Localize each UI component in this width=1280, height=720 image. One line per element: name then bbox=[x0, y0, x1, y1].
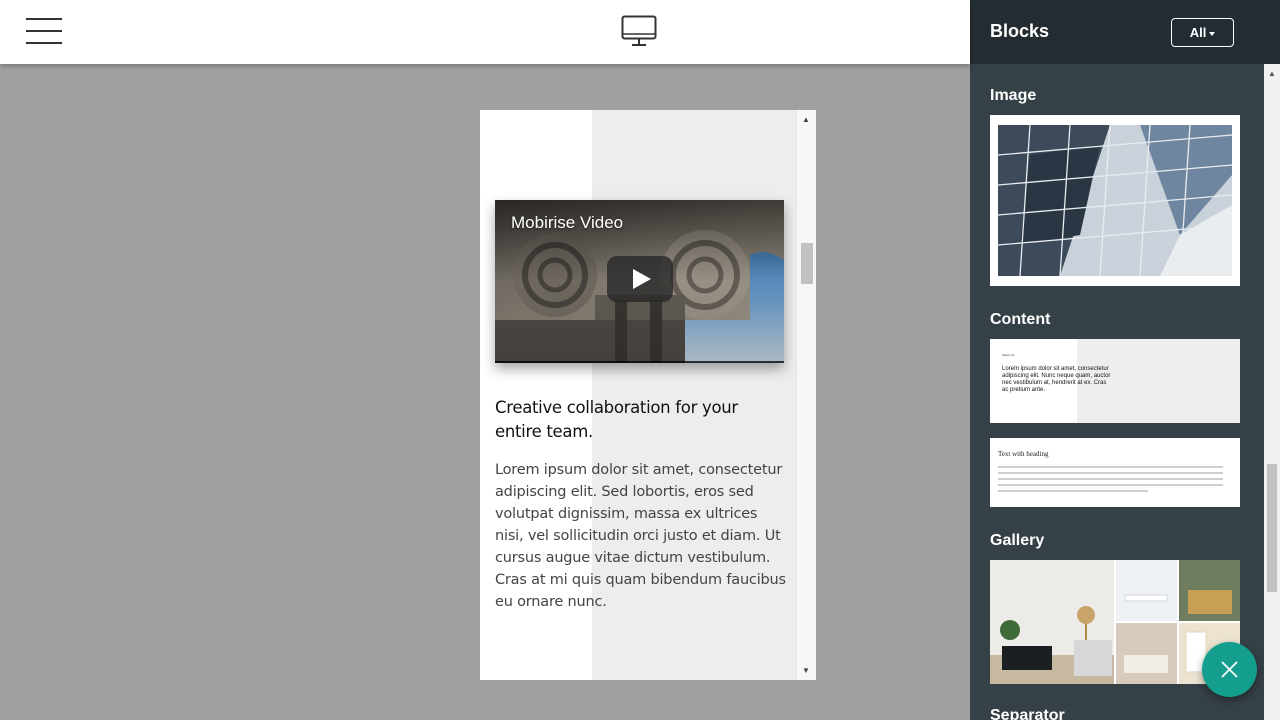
blocks-sidebar: Blocks All Image Content About Us Lorem … bbox=[970, 0, 1280, 720]
content-block-thumbnail-2[interactable]: Text with heading bbox=[990, 438, 1240, 507]
top-toolbar bbox=[0, 0, 970, 64]
section-label-content: Content bbox=[990, 311, 1051, 328]
scroll-up-icon[interactable]: ▲ bbox=[802, 115, 810, 124]
content-heading: Creative collaboration for your entire t… bbox=[495, 398, 738, 441]
content-thumb-heading: Text with heading bbox=[998, 450, 1049, 458]
sidebar-scroll-up-icon[interactable]: ▲ bbox=[1268, 69, 1276, 78]
close-icon[interactable] bbox=[1202, 642, 1257, 697]
preview-scrollbar[interactable] bbox=[796, 110, 816, 680]
desktop-monitor-icon[interactable] bbox=[621, 15, 657, 47]
play-icon[interactable] bbox=[607, 256, 673, 302]
sidebar-scrollbar[interactable]: ▲ bbox=[1264, 64, 1280, 720]
content-thumb-text: Lorem ipsum dolor sit amet, consectetur … bbox=[1002, 366, 1111, 393]
caret-down-icon bbox=[1209, 31, 1216, 36]
filter-label: All bbox=[1189, 25, 1207, 40]
content-paragraph: Lorem ipsum dolor sit amet, consectetur … bbox=[495, 462, 786, 610]
editor-canvas: Mobirise Video Creative collaboration fo… bbox=[0, 64, 970, 720]
content-block-thumbnail-1[interactable]: About Us Lorem ipsum dolor sit amet, con… bbox=[990, 339, 1240, 423]
content-thumb-text-lines bbox=[998, 466, 1230, 496]
preview-scrollbar-thumb[interactable] bbox=[801, 243, 813, 284]
scroll-down-icon[interactable]: ▼ bbox=[802, 666, 810, 675]
section-label-gallery: Gallery bbox=[990, 532, 1045, 549]
section-label-separator: Separator bbox=[990, 707, 1065, 720]
section-label-image: Image bbox=[990, 87, 1037, 104]
sidebar-header: Blocks All bbox=[970, 0, 1280, 64]
sidebar-title: Blocks bbox=[990, 21, 1050, 41]
hamburger-menu-icon[interactable] bbox=[26, 18, 62, 44]
blocks-filter-dropdown[interactable]: All bbox=[1171, 18, 1234, 47]
content-thumb-small-label: About Us bbox=[1002, 353, 1015, 357]
video-block[interactable]: Mobirise Video bbox=[495, 200, 784, 363]
mobile-preview-frame: Mobirise Video Creative collaboration fo… bbox=[480, 110, 816, 680]
video-title: Mobirise Video bbox=[511, 213, 624, 232]
image-block-thumbnail[interactable] bbox=[990, 115, 1240, 286]
sidebar-scrollbar-thumb[interactable] bbox=[1267, 464, 1277, 592]
